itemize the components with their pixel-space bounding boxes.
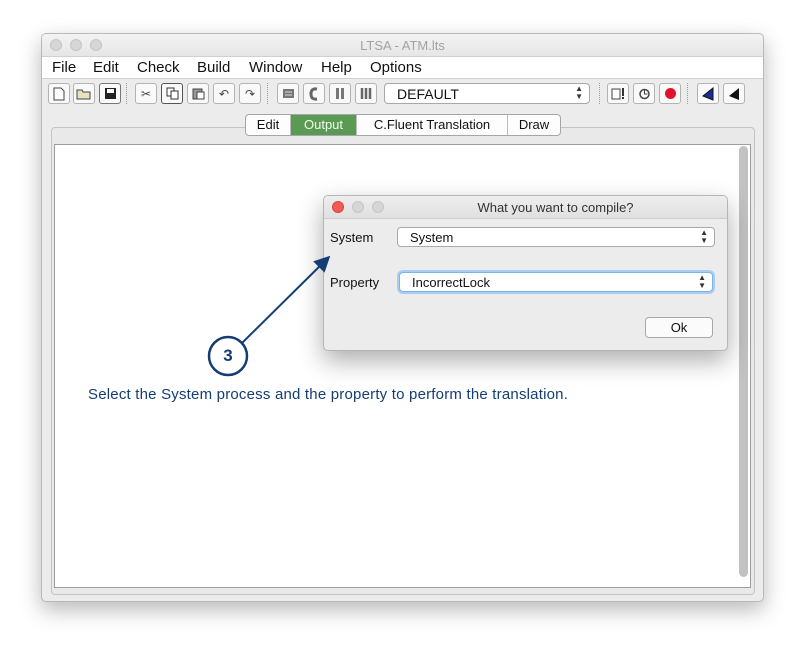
annotation-overlay: [207, 255, 331, 377]
annotation-arrow: [241, 255, 331, 344]
step-number: 3: [223, 346, 233, 365]
annotation-caption: Select the System process and the proper…: [88, 386, 569, 403]
